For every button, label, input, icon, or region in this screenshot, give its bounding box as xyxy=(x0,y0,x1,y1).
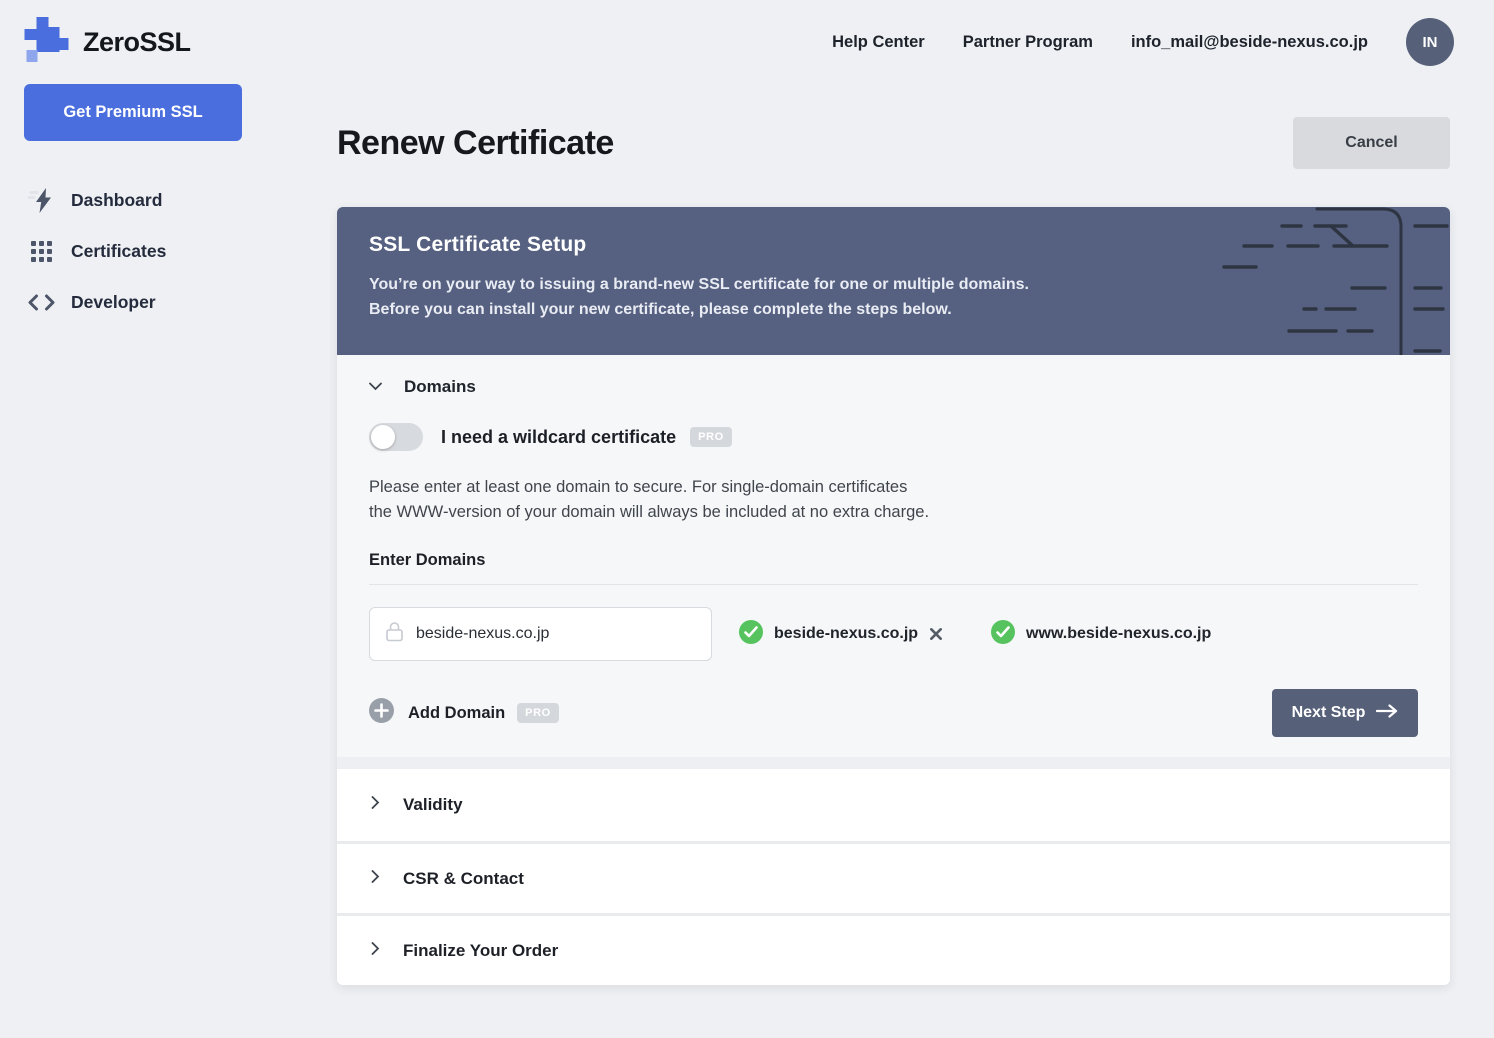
check-circle-icon xyxy=(991,619,1016,649)
setup-intro-line2: Before you can install your new certific… xyxy=(369,301,952,318)
top-navigation: Help Center Partner Program info_mail@be… xyxy=(832,18,1454,66)
add-domain-label: Add Domain xyxy=(408,703,506,722)
zerossl-logo[interactable]: ZeroSSL xyxy=(24,16,191,68)
section-label: CSR & Contact xyxy=(403,868,524,888)
lock-icon xyxy=(386,621,403,647)
grid-icon xyxy=(26,240,56,262)
arrow-right-icon xyxy=(1376,703,1398,723)
chevron-down-icon xyxy=(369,378,382,396)
verified-domain-chip: www.beside-nexus.co.jp xyxy=(991,619,1222,649)
sidebar-item-certificates[interactable]: Certificates xyxy=(0,236,337,266)
sidebar-item-developer[interactable]: Developer xyxy=(0,287,337,317)
sidebar-menu: Dashboard Certificates Developer xyxy=(0,185,337,317)
verified-domain-label: beside-nexus.co.jp xyxy=(774,625,919,642)
toggle-knob xyxy=(371,425,395,449)
section-label: Finalize Your Order xyxy=(403,940,559,960)
sidebar: Get Premium SSL Dashboard Certificates D… xyxy=(0,84,337,338)
domains-section: Domains I need a wildcard certificate PR… xyxy=(337,355,1450,757)
domain-input-box xyxy=(369,607,712,661)
check-circle-icon xyxy=(739,619,763,649)
wildcard-toggle-label: I need a wildcard certificate xyxy=(441,426,677,447)
ssl-setup-header: SSL Certificate Setup You’re on your way… xyxy=(337,207,1450,355)
sidebar-item-dashboard[interactable]: Dashboard xyxy=(0,185,337,215)
pro-badge: PRO xyxy=(690,427,732,447)
section-label: Validity xyxy=(403,795,463,814)
nav-help-center[interactable]: Help Center xyxy=(832,33,925,52)
account-email[interactable]: info_mail@beside-nexus.co.jp xyxy=(1131,33,1368,52)
section-finalize-order[interactable]: Finalize Your Order xyxy=(337,913,1450,985)
plus-circle-icon xyxy=(369,698,394,728)
domain-input[interactable] xyxy=(416,625,695,643)
sidebar-item-label: Developer xyxy=(71,291,156,312)
sidebar-item-label: Certificates xyxy=(71,240,167,261)
get-premium-ssl-button[interactable]: Get Premium SSL xyxy=(24,84,242,141)
verified-domain-chip: beside-nexus.co.jp xyxy=(739,619,943,649)
logo-text: ZeroSSL xyxy=(83,26,191,57)
topbar: ZeroSSL Help Center Partner Program info… xyxy=(0,0,1494,84)
next-step-button[interactable]: Next Step xyxy=(1272,689,1418,737)
add-domain-button[interactable]: Add Domain PRO xyxy=(369,698,559,728)
domains-note-line2: the WWW-version of your domain will alwa… xyxy=(369,503,930,521)
section-csr-contact[interactable]: CSR & Contact xyxy=(337,841,1450,913)
chevron-right-icon xyxy=(371,869,380,888)
page-title: Renew Certificate xyxy=(337,123,614,162)
chevron-right-icon xyxy=(371,796,380,814)
cancel-button[interactable]: Cancel xyxy=(1293,117,1450,169)
zerossl-logo-icon xyxy=(24,16,69,68)
remove-domain-icon[interactable] xyxy=(929,627,943,641)
verified-domain-label: www.beside-nexus.co.jp xyxy=(1026,625,1212,642)
domains-note-line1: Please enter at least one domain to secu… xyxy=(369,478,908,496)
sidebar-item-label: Dashboard xyxy=(71,189,163,210)
main-content: Renew Certificate Cancel SSL Certificate… xyxy=(337,84,1450,985)
section-validity[interactable]: Validity xyxy=(337,757,1450,841)
ssl-setup-card: SSL Certificate Setup You’re on your way… xyxy=(337,207,1450,985)
enter-domains-label: Enter Domains xyxy=(369,551,486,569)
wildcard-toggle[interactable] xyxy=(369,423,423,451)
nav-partner-program[interactable]: Partner Program xyxy=(963,33,1093,52)
next-step-label: Next Step xyxy=(1291,704,1366,721)
domains-section-header[interactable]: Domains xyxy=(369,377,1418,397)
code-icon xyxy=(26,294,56,311)
chevron-right-icon xyxy=(371,941,380,960)
domains-section-label: Domains xyxy=(404,377,476,396)
pro-badge: PRO xyxy=(517,703,559,723)
lightning-icon xyxy=(26,187,56,213)
divider xyxy=(369,584,1418,585)
setup-intro-line1: You’re on your way to issuing a brand-ne… xyxy=(369,276,1029,293)
avatar[interactable]: IN xyxy=(1406,18,1454,66)
